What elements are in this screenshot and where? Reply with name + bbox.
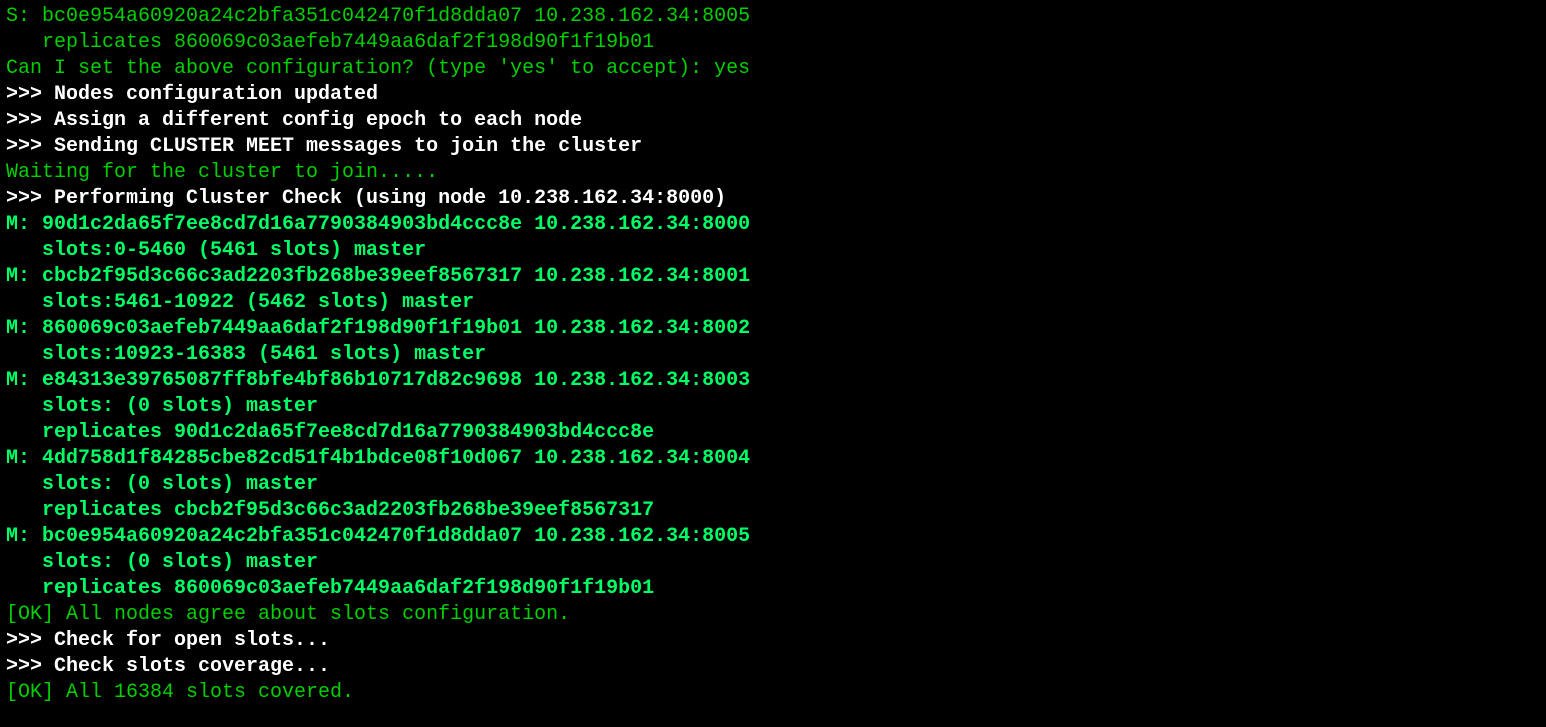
terminal-line: slots:0-5460 (5461 slots) master	[6, 239, 426, 262]
terminal-line: slots: (0 slots) master	[6, 551, 318, 574]
terminal-line: replicates cbcb2f95d3c66c3ad2203fb268be3…	[6, 499, 654, 522]
terminal-line: replicates 860069c03aefeb7449aa6daf2f198…	[6, 577, 654, 600]
terminal-line: >>> Check slots coverage...	[6, 655, 330, 678]
terminal-line: >>> Nodes configuration updated	[6, 83, 378, 106]
terminal-line: replicates 860069c03aefeb7449aa6daf2f198…	[6, 31, 654, 54]
terminal-line: M: 90d1c2da65f7ee8cd7d16a7790384903bd4cc…	[6, 213, 750, 236]
terminal-line: >>> Performing Cluster Check (using node…	[6, 187, 726, 210]
terminal-line: S: bc0e954a60920a24c2bfa351c042470f1d8dd…	[6, 5, 750, 28]
terminal-line: >>> Assign a different config epoch to e…	[6, 109, 582, 132]
terminal-line: slots: (0 slots) master	[6, 473, 318, 496]
terminal-output: S: bc0e954a60920a24c2bfa351c042470f1d8dd…	[0, 0, 1546, 710]
terminal-line: M: e84313e39765087ff8bfe4bf86b10717d82c9…	[6, 369, 750, 392]
terminal-line: >>> Check for open slots...	[6, 629, 330, 652]
terminal-line: Waiting for the cluster to join.....	[6, 161, 438, 184]
terminal-line: slots: (0 slots) master	[6, 395, 318, 418]
terminal-line: M: 860069c03aefeb7449aa6daf2f198d90f1f19…	[6, 317, 750, 340]
terminal-line: slots:5461-10922 (5462 slots) master	[6, 291, 474, 314]
terminal-line: >>> Sending CLUSTER MEET messages to joi…	[6, 135, 642, 158]
terminal-line: slots:10923-16383 (5461 slots) master	[6, 343, 486, 366]
terminal-line: M: 4dd758d1f84285cbe82cd51f4b1bdce08f10d…	[6, 447, 750, 470]
terminal-line: [OK] All 16384 slots covered.	[6, 681, 354, 704]
terminal-line: M: bc0e954a60920a24c2bfa351c042470f1d8dd…	[6, 525, 750, 548]
terminal-line: replicates 90d1c2da65f7ee8cd7d16a7790384…	[6, 421, 654, 444]
terminal-line: [OK] All nodes agree about slots configu…	[6, 603, 570, 626]
terminal-line: Can I set the above configuration? (type…	[6, 57, 750, 80]
terminal-line: M: cbcb2f95d3c66c3ad2203fb268be39eef8567…	[6, 265, 750, 288]
